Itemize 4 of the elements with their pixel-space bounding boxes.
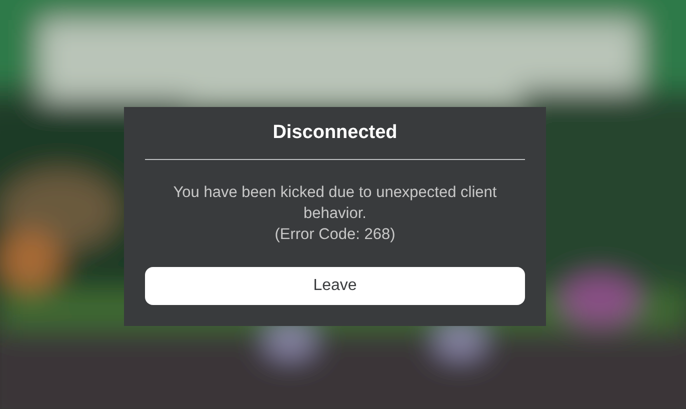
dialog-title: Disconnected (272, 121, 398, 145)
leave-button[interactable]: Leave (145, 267, 525, 305)
dialog-message: You have been kicked due to unexpected client behavior. (172, 183, 498, 224)
error-code: (Error Code: 268) (274, 225, 396, 245)
